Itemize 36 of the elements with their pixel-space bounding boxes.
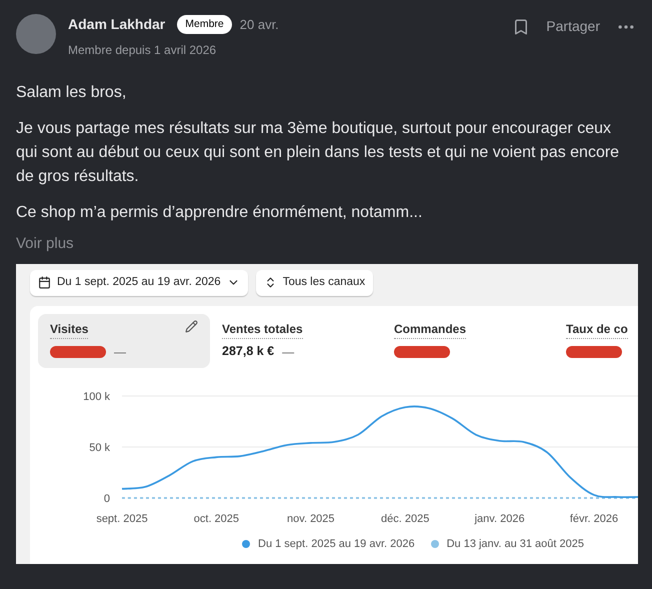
channels-button[interactable]: Tous les canaux: [256, 270, 374, 296]
metric-tab[interactable]: Visites —: [38, 314, 210, 368]
trend-dash: —: [282, 344, 294, 360]
post-paragraph: Je vous partage mes résultats sur ma 3ème boutique, surtout pour encourager ceux qui sont au début ou ceux qui sont en plein dans les tests et qui ne voient pas encore de gros résultats.: [16, 119, 620, 187]
axis-label: 0: [104, 492, 110, 504]
edit-icon[interactable]: [185, 320, 198, 332]
member-since: Membre depuis 1 avril 2026: [68, 42, 218, 59]
axis-label: sept. 2025: [96, 512, 148, 524]
date-range-button[interactable]: Du 1 sept. 2025 au 19 avr. 2026: [30, 270, 248, 296]
metric-label: Taux de co: [566, 320, 628, 338]
avatar[interactable]: [16, 14, 56, 54]
axis-label: oct. 2025: [194, 512, 240, 524]
post-paragraph: Salam les bros,: [16, 83, 128, 103]
axis-label: janv. 2026: [474, 512, 525, 524]
axis-label: 100 k: [83, 390, 110, 402]
axis-label: déc. 2025: [381, 512, 430, 524]
post-paragraph: Ce shop m’a permis d’apprendre énormément, notamm...: [16, 203, 424, 223]
legend-label: Du 1 sept. 2025 au 19 avr. 2026: [258, 536, 415, 552]
metric-label: Ventes totales: [222, 320, 303, 338]
axis-label: févr. 2026: [570, 512, 618, 524]
see-more-link[interactable]: Voir plus: [16, 233, 74, 256]
metric-tab[interactable]: Commandes: [382, 314, 554, 368]
author-name[interactable]: Adam Lakhdar: [68, 14, 166, 35]
trend-dash: —: [114, 344, 126, 360]
metric-label: Visites: [50, 320, 88, 338]
metric-value: 287,8 k €: [222, 343, 274, 360]
metric-tab[interactable]: Ventes totales 287,8 k € —: [210, 314, 382, 368]
metric-label: Commandes: [394, 320, 466, 338]
metric-tab[interactable]: Taux de co: [554, 314, 638, 368]
share-button[interactable]: Partager: [546, 16, 600, 37]
axis-label: 50 k: [89, 442, 110, 454]
member-badge: Membre: [177, 14, 232, 34]
axis-label: nov. 2025: [287, 512, 335, 524]
legend-label: Du 13 janv. au 31 août 2025: [446, 536, 584, 552]
post-date: 20 avr.: [240, 16, 279, 34]
calendar-icon: [38, 276, 51, 289]
